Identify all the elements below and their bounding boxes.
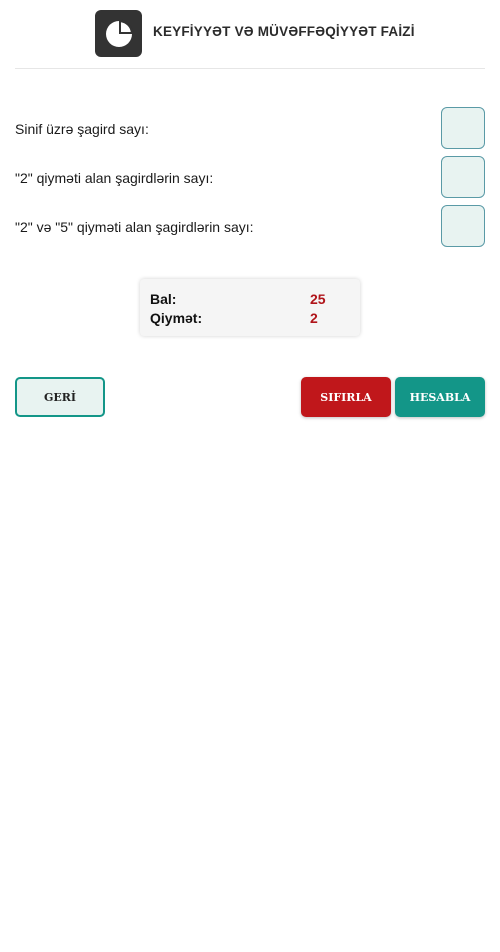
field-label-total-students: Sinif üzrə şagird sayı: (15, 121, 149, 137)
field-label-grade2-grade5-students: "2" vә "5" qiymәti alan şagirdlәrin sayı… (15, 219, 254, 235)
field-label-grade2-students: "2" qiymәti alan şagirdlәrin sayı: (15, 170, 214, 186)
score-label: Bal: (150, 291, 177, 307)
page: KEYFİYYƏT VƏ MÜVƏFFƏQİYYƏT FAİZİ Sinif ü… (0, 0, 500, 952)
grade-label: Qiymәt: (150, 310, 203, 326)
grade-line: Qiymәt: 2 (150, 310, 350, 328)
back-button[interactable]: GERİ (15, 377, 105, 417)
total-students-input[interactable] (441, 107, 485, 149)
grade-value: 2 (310, 310, 318, 326)
field-row-grade2-students: "2" qiymәti alan şagirdlәrin sayı: (15, 156, 485, 200)
score-line: Bal: 25 (150, 291, 350, 309)
page-title: KEYFİYYƏT VƏ MÜVƏFFƏQİYYƏT FAİZİ (153, 24, 415, 39)
header: KEYFİYYƏT VƏ MÜVƏFFƏQİYYƏT FAİZİ (15, 0, 485, 69)
reset-button[interactable]: SIFIRLA (301, 377, 391, 417)
field-row-grade2-grade5-students: "2" vә "5" qiymәti alan şagirdlәrin sayı… (15, 205, 485, 249)
app-logo (95, 10, 142, 57)
pie-chart-icon (105, 19, 133, 47)
score-value: 25 (310, 291, 326, 307)
result-panel: Bal: 25 Qiymәt: 2 (140, 279, 360, 336)
grade2-grade5-students-input[interactable] (441, 205, 485, 247)
calculate-button[interactable]: HESABLA (395, 377, 485, 417)
field-row-total-students: Sinif üzrə şagird sayı: (15, 107, 485, 151)
grade2-students-input[interactable] (441, 156, 485, 198)
